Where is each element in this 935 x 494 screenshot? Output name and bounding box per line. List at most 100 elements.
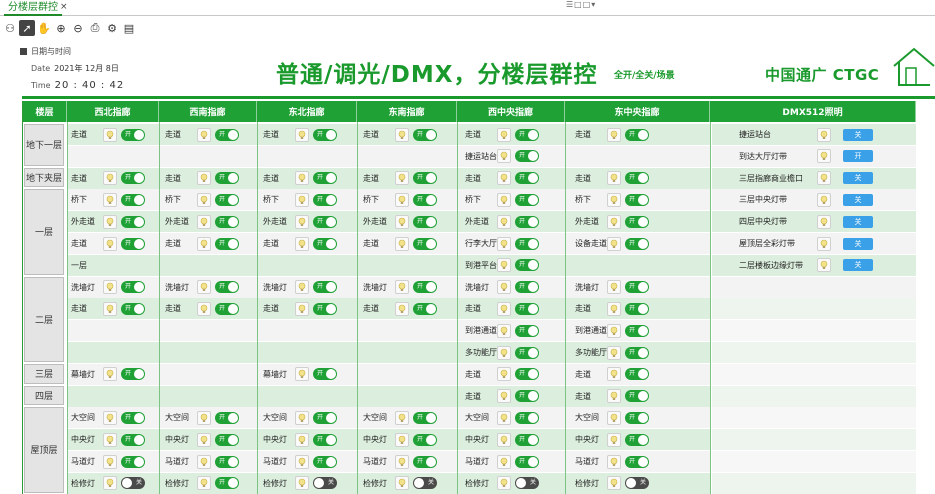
light-toggle-switch[interactable]: 开 — [413, 193, 437, 206]
light-toggle-switch[interactable]: 开 — [515, 346, 539, 359]
light-toggle-switch[interactable]: 开 — [413, 302, 437, 315]
light-toggle-switch[interactable]: 关 — [515, 477, 539, 490]
settings-icon[interactable]: ⚙ — [104, 20, 120, 36]
document-icon[interactable]: ▤ — [121, 20, 137, 36]
light-toggle-switch[interactable]: 开 — [515, 390, 539, 403]
hand-icon[interactable]: ✋ — [36, 20, 52, 36]
light-toggle-switch[interactable]: 开 — [413, 411, 437, 424]
light-toggle-switch[interactable]: 开 — [215, 411, 239, 424]
light-toggle-switch[interactable]: 开 — [121, 433, 145, 446]
tab-floor-group-control[interactable]: 分楼层群控 — [4, 1, 62, 16]
light-toggle-switch[interactable]: 开 — [121, 237, 145, 250]
light-toggle-switch[interactable]: 开 — [625, 302, 649, 315]
light-toggle-switch[interactable]: 开 — [515, 433, 539, 446]
zoom-in-icon[interactable]: ⊕ — [53, 20, 69, 36]
light-toggle-switch[interactable]: 开 — [625, 368, 649, 381]
light-toggle-switch[interactable]: 开 — [121, 172, 145, 185]
light-toggle-switch[interactable]: 开 — [515, 368, 539, 381]
light-toggle-switch[interactable]: 开 — [515, 281, 539, 294]
light-toggle-switch[interactable]: 关 — [313, 477, 337, 490]
light-toggle-switch[interactable]: 开 — [313, 433, 337, 446]
light-toggle-switch[interactable]: 开 — [625, 237, 649, 250]
light-toggle-switch[interactable]: 开 — [215, 455, 239, 468]
light-toggle-switch[interactable]: 开 — [121, 281, 145, 294]
light-toggle-switch[interactable]: 开 — [313, 128, 337, 141]
light-toggle-switch[interactable]: 开 — [215, 281, 239, 294]
light-toggle-switch[interactable]: 开 — [625, 193, 649, 206]
light-toggle-switch[interactable]: 开 — [215, 433, 239, 446]
pointer-icon[interactable]: ➚ — [19, 20, 35, 36]
light-toggle-switch[interactable]: 开 — [121, 193, 145, 206]
light-toggle-switch[interactable]: 开 — [313, 368, 337, 381]
light-toggle-switch[interactable]: 开 — [121, 302, 145, 315]
light-toggle-switch[interactable]: 开 — [625, 346, 649, 359]
light-toggle-switch[interactable]: 开 — [625, 172, 649, 185]
light-toggle-switch[interactable]: 开 — [625, 390, 649, 403]
light-toggle-switch[interactable]: 关 — [625, 477, 649, 490]
dmx-toggle-button[interactable]: 关 — [843, 193, 873, 206]
light-toggle-switch[interactable]: 开 — [515, 324, 539, 337]
light-toggle-switch[interactable]: 开 — [515, 259, 539, 272]
light-toggle-switch[interactable]: 开 — [313, 215, 337, 228]
light-toggle-switch[interactable]: 开 — [413, 455, 437, 468]
light-toggle-switch[interactable]: 开 — [215, 193, 239, 206]
light-toggle-switch[interactable]: 开 — [515, 302, 539, 315]
light-toggle-switch[interactable]: 开 — [625, 433, 649, 446]
light-toggle-switch[interactable]: 开 — [625, 281, 649, 294]
light-toggle-switch[interactable]: 开 — [215, 477, 239, 490]
printer-icon[interactable]: ⎙ — [87, 20, 103, 36]
light-toggle-switch[interactable]: 开 — [515, 215, 539, 228]
light-toggle-switch[interactable]: 开 — [625, 128, 649, 141]
dmx-toggle-button[interactable]: 关 — [843, 172, 873, 185]
light-toggle-switch[interactable]: 开 — [313, 193, 337, 206]
light-toggle-switch[interactable]: 开 — [515, 455, 539, 468]
light-bulb-icon — [497, 367, 511, 382]
light-toggle-switch[interactable]: 开 — [313, 172, 337, 185]
light-toggle-switch[interactable]: 开 — [515, 411, 539, 424]
window-controls[interactable]: ☰□□▾ — [566, 0, 596, 9]
light-toggle-switch[interactable]: 开 — [515, 237, 539, 250]
light-toggle-switch[interactable]: 开 — [413, 172, 437, 185]
zoom-out-icon[interactable]: ⊖ — [70, 20, 86, 36]
light-toggle-switch[interactable]: 开 — [215, 215, 239, 228]
light-bulb-icon — [395, 410, 409, 425]
light-toggle-switch[interactable]: 开 — [121, 368, 145, 381]
light-toggle-switch[interactable]: 开 — [215, 172, 239, 185]
light-toggle-switch[interactable]: 开 — [313, 455, 337, 468]
light-toggle-switch[interactable]: 开 — [515, 150, 539, 163]
light-toggle-switch[interactable]: 开 — [313, 302, 337, 315]
light-toggle-switch[interactable]: 开 — [121, 128, 145, 141]
light-toggle-switch[interactable]: 开 — [625, 411, 649, 424]
light-toggle-switch[interactable]: 开 — [413, 215, 437, 228]
user-icon[interactable]: ⚇ — [2, 20, 18, 36]
light-toggle-switch[interactable]: 开 — [413, 433, 437, 446]
light-toggle-switch[interactable]: 开 — [413, 128, 437, 141]
light-toggle-switch[interactable]: 开 — [121, 215, 145, 228]
light-toggle-switch[interactable]: 开 — [625, 455, 649, 468]
dmx-toggle-button[interactable]: 关 — [843, 215, 873, 228]
dmx-toggle-button[interactable]: 关 — [843, 237, 873, 250]
light-toggle-switch[interactable]: 关 — [413, 477, 437, 490]
light-toggle-switch[interactable]: 开 — [215, 128, 239, 141]
light-toggle-switch[interactable]: 开 — [625, 215, 649, 228]
light-toggle-switch[interactable]: 开 — [413, 237, 437, 250]
light-toggle-switch[interactable]: 开 — [515, 128, 539, 141]
light-toggle-switch[interactable]: 开 — [413, 281, 437, 294]
light-toggle-switch[interactable]: 开 — [121, 411, 145, 424]
dmx-toggle-button[interactable]: 开 — [843, 150, 873, 163]
light-toggle-switch[interactable]: 开 — [515, 172, 539, 185]
light-toggle-switch[interactable]: 开 — [121, 455, 145, 468]
tab-close-icon[interactable]: × — [60, 2, 68, 12]
light-toggle-switch[interactable]: 开 — [215, 302, 239, 315]
light-toggle-switch[interactable]: 开 — [313, 237, 337, 250]
light-toggle-switch[interactable]: 开 — [313, 411, 337, 424]
light-group-label: 走道 — [575, 391, 591, 401]
light-toggle-switch[interactable]: 开 — [313, 281, 337, 294]
light-toggle-switch[interactable]: 开 — [215, 237, 239, 250]
dmx-toggle-button[interactable]: 关 — [843, 128, 873, 141]
light-toggle-switch[interactable]: 开 — [515, 193, 539, 206]
light-toggle-switch[interactable]: 开 — [625, 324, 649, 337]
light-group-label: 到港平台 — [465, 260, 497, 270]
light-toggle-switch[interactable]: 关 — [121, 477, 145, 490]
dmx-toggle-button[interactable]: 关 — [843, 259, 873, 272]
